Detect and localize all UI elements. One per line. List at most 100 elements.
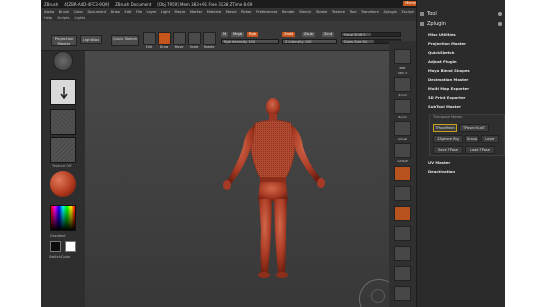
main-color-swatch[interactable] [50, 241, 61, 252]
menu-zplugin[interactable]: Zplugin [383, 10, 397, 14]
draw-label: Draw [159, 45, 169, 49]
quick-sketch-button[interactable]: Quick Sketch [111, 35, 139, 46]
zoom-button[interactable] [394, 99, 411, 114]
menu-stroke[interactable]: Stroke [316, 10, 327, 14]
menu-color[interactable]: Color [74, 10, 83, 14]
transpose-master-title[interactable]: Transpose Master [433, 115, 463, 119]
move-mode-icon[interactable] [173, 32, 186, 45]
menu-material[interactable]: Material [207, 10, 222, 14]
menu-picker[interactable]: Picker [241, 10, 252, 14]
alpha-thumbnail[interactable] [50, 137, 76, 163]
tpose-group-button[interactable]: Group [465, 135, 479, 143]
menu-macro[interactable]: Macro [174, 10, 185, 14]
deactivation-item[interactable]: Deactivation [428, 169, 455, 174]
right-palette: Tool Zplugin Misc Utilities Projection M… [416, 0, 505, 307]
menu-texture[interactable]: Texture [332, 10, 345, 14]
misc-utilities-item[interactable]: Misc Utilities [428, 32, 456, 37]
navigation-dial-icon[interactable] [53, 51, 73, 71]
rgb-toggle[interactable]: Rgb [247, 32, 259, 37]
brush-thumbnail[interactable] [50, 79, 76, 105]
menu-alpha[interactable]: Alpha [44, 10, 54, 14]
scale-mode-icon[interactable] [188, 32, 201, 45]
tposemesh-button[interactable]: TPoseMesh [433, 124, 457, 132]
menu-transform[interactable]: Transform [361, 10, 379, 14]
lightbox-button[interactable]: LightBox [80, 35, 102, 44]
menu-lights[interactable]: Lights [75, 16, 86, 20]
rotate-view-button[interactable] [394, 286, 411, 301]
left-tray: Texture Off Gradient SwitchColor [41, 51, 85, 307]
uv-master-item[interactable]: UV Master [428, 160, 450, 165]
zsub-toggle[interactable]: Zsub [302, 32, 315, 37]
spix-label: SPix 3 [397, 71, 408, 75]
humanoid-model [223, 98, 325, 278]
zplugin-palette-header[interactable]: Zplugin [417, 20, 505, 28]
rgb-intensity-slider[interactable]: Rgb Intensity 100 [221, 39, 279, 44]
zsphere-rig-button[interactable]: ZSphere Rig [433, 135, 463, 143]
app-version: 4[ZBR-A4D-4FC3-9Q9] [64, 1, 110, 7]
tool-palette-header[interactable]: Tool [417, 10, 505, 18]
stroke-thumbnail[interactable] [50, 109, 76, 135]
move-view-button[interactable] [394, 266, 411, 281]
menu-file[interactable]: File [136, 10, 142, 14]
edit-mode-icon[interactable] [143, 32, 156, 45]
gear-icon[interactable] [498, 12, 502, 16]
bpr-button[interactable] [394, 49, 411, 64]
save-tpose-button[interactable]: Save TPose [433, 146, 463, 154]
rgb-intensity-label: Rgb Intensity 100 [224, 40, 256, 44]
subtool-master-item[interactable]: SubTool Master [428, 104, 461, 109]
load-tpose-button[interactable]: Load TPose [465, 146, 495, 154]
menu-preferences[interactable]: Preferences [256, 10, 277, 14]
floor-button[interactable] [394, 186, 411, 201]
zoom-label: Zoom [398, 115, 407, 119]
menu-zscript[interactable]: Zscript [401, 10, 413, 14]
menu-marker[interactable]: Marker [190, 10, 202, 14]
m-toggle[interactable]: M [221, 32, 229, 37]
mrgb-toggle[interactable]: Mrgb [231, 32, 245, 37]
layer-button[interactable]: Layer [481, 135, 499, 143]
menu-stencil[interactable]: Stencil [299, 10, 311, 14]
menu-help[interactable]: Help [44, 16, 52, 20]
menu-tool[interactable]: Tool [349, 10, 356, 14]
zadd-toggle[interactable]: Zadd [282, 32, 296, 37]
draw-mode-icon[interactable] [158, 32, 171, 45]
menu-movie[interactable]: Movie [226, 10, 237, 14]
material-sphere[interactable] [50, 171, 76, 197]
menu-layer[interactable]: Layer [146, 10, 156, 14]
menu-draw[interactable]: Draw [111, 10, 120, 14]
projection-master-button[interactable]: Projection Master [51, 35, 77, 46]
scroll-label: Scroll [398, 93, 407, 97]
zbrush-window: ZBrush 4[ZBR-A4D-4FC3-9Q9] ZBrush Docume… [41, 0, 505, 307]
decimation-master-item[interactable]: Decimation Master [428, 77, 468, 82]
z-intensity-slider[interactable]: Z Intensity 100 [282, 39, 337, 44]
menu-brush[interactable]: Brush [59, 10, 69, 14]
menu-edit[interactable]: Edit [125, 10, 132, 14]
multi-map-exporter-item[interactable]: Multi Map Exporter [428, 86, 469, 91]
actual-button[interactable] [394, 121, 411, 136]
focal-shift-slider[interactable]: Focal Shift 0 [341, 32, 401, 37]
document-canvas[interactable] [85, 51, 389, 307]
secondary-color-swatch[interactable] [65, 241, 76, 252]
lsym-button[interactable] [394, 226, 411, 241]
menu-light[interactable]: Light [161, 10, 170, 14]
gradient-label[interactable]: Gradient [50, 234, 66, 238]
switch-color-button[interactable]: SwitchColor [49, 255, 70, 259]
tpose-subt-button[interactable]: TPose>SubT [459, 124, 489, 132]
quicksketch-item[interactable]: QuickSketch [428, 50, 455, 55]
menu-document[interactable]: Document [87, 10, 106, 14]
frame-button[interactable] [394, 246, 411, 261]
aahalf-button[interactable] [394, 143, 411, 158]
adjust-plugin-item[interactable]: Adjust Plugin [428, 59, 457, 64]
menu-render[interactable]: Render [282, 10, 295, 14]
color-picker[interactable] [50, 205, 76, 231]
rotate-mode-icon[interactable] [203, 32, 216, 45]
scroll-button[interactable] [394, 77, 411, 92]
3d-print-exporter-item[interactable]: 3D Print Exporter [428, 95, 465, 100]
tool-title: Tool [427, 11, 437, 17]
projection-master-item[interactable]: Projection Master [428, 41, 466, 46]
persp-button[interactable] [394, 166, 411, 181]
local-button[interactable] [394, 206, 411, 221]
menu-scripts[interactable]: Scripts [57, 16, 69, 20]
gear-icon[interactable] [498, 22, 502, 26]
zcut-toggle[interactable]: Zcut [322, 32, 335, 37]
maya-blend-shapes-item[interactable]: Maya Blend Shapes [428, 68, 470, 73]
